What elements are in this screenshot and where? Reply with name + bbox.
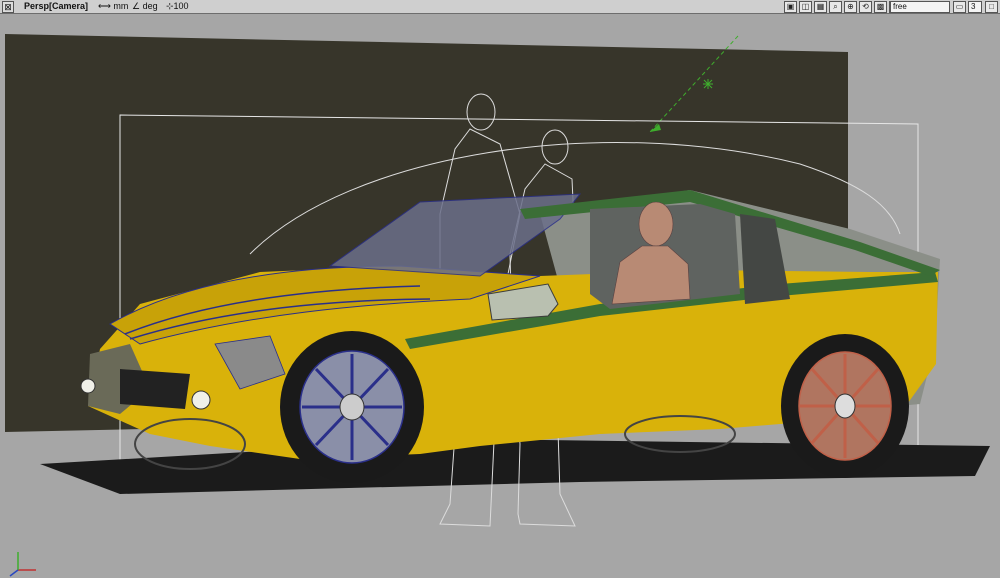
tumble-icon[interactable]: ⟲	[859, 1, 872, 13]
front-wheel	[280, 331, 424, 483]
linear-unit-label: ⟷ mm	[98, 1, 129, 11]
close-icon[interactable]: ⊠	[2, 1, 14, 13]
fit-icon[interactable]: ▩	[874, 1, 887, 13]
magnify-icon[interactable]: ⊕	[844, 1, 857, 13]
front-grille	[120, 369, 190, 409]
fog-light-right	[191, 390, 211, 410]
zoom-label: ⊹100	[166, 1, 189, 11]
render-icon[interactable]: ▣	[784, 1, 797, 13]
viewport-title[interactable]: Persp[Camera]	[24, 0, 88, 13]
fog-light-left	[80, 378, 96, 394]
viewport-titlebar: ⊠ Persp[Camera] ⟷ mm ∠ deg ⊹100 ▣ ◫ ▦ ⌕ …	[0, 0, 1000, 14]
camera-mode-field[interactable]: free	[890, 1, 950, 13]
layout-icon[interactable]: ▭	[953, 1, 966, 13]
rear-wheel	[781, 334, 909, 478]
zoom-icon[interactable]: ⌕	[829, 1, 842, 13]
axis-triad-icon	[9, 552, 36, 577]
grid-icon[interactable]: ▦	[814, 1, 827, 13]
perspective-scene[interactable]	[0, 14, 1000, 578]
light-icon	[703, 79, 713, 89]
angle-unit-label: ∠ deg	[132, 1, 158, 11]
maximize-icon[interactable]: □	[985, 1, 998, 13]
viewport-tools: ▣ ◫ ▦ ⌕ ⊕ ⟲ ▩ ✥	[784, 1, 902, 13]
pane-count-field[interactable]: 3	[968, 1, 982, 13]
viewport[interactable]: ⊠ Persp[Camera] ⟷ mm ∠ deg ⊹100 ▣ ◫ ▦ ⌕ …	[0, 0, 1000, 578]
lock-icon[interactable]: ◫	[799, 1, 812, 13]
